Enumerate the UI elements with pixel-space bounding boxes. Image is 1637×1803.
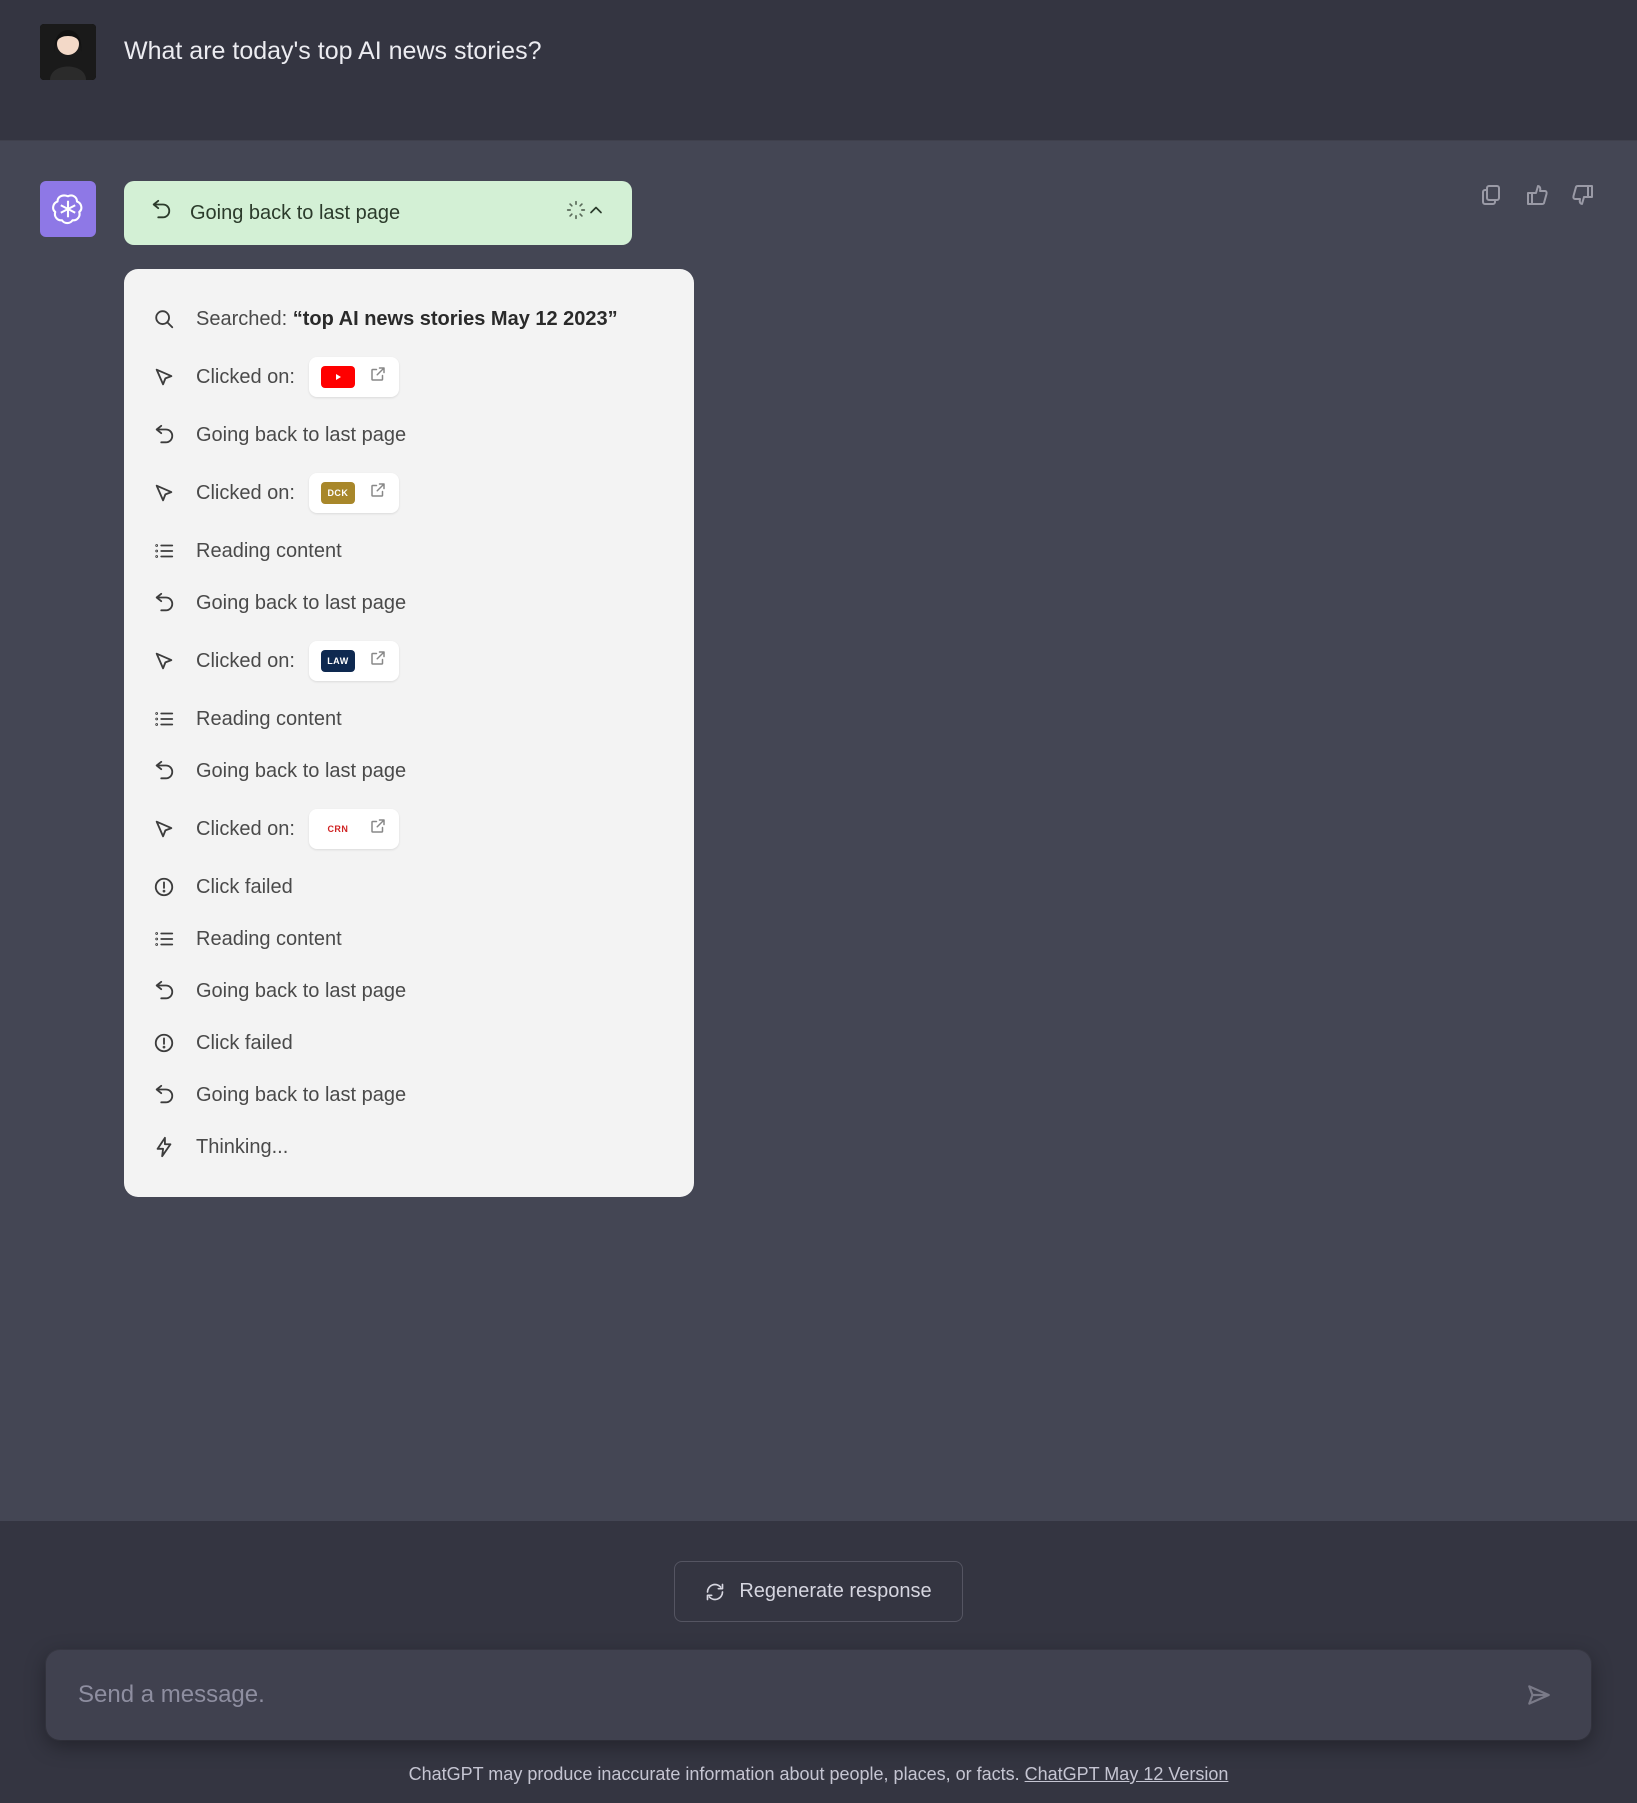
- browsing-step-fail: Click failed: [150, 861, 668, 913]
- cursor-icon: [150, 818, 178, 840]
- step-text: Reading content: [196, 925, 342, 953]
- spinner-icon: [566, 200, 586, 226]
- thumbs-up-button[interactable]: [1523, 181, 1551, 209]
- refresh-icon: [705, 1582, 725, 1602]
- browsing-step-read: Reading content: [150, 693, 668, 745]
- list-icon: [150, 708, 178, 730]
- browsing-step-read: Reading content: [150, 525, 668, 577]
- message-input-container[interactable]: [46, 1650, 1591, 1740]
- disclaimer-text: ChatGPT may produce inaccurate informati…: [409, 1764, 1025, 1784]
- assistant-avatar: [40, 181, 96, 237]
- step-text: Click failed: [196, 1029, 293, 1057]
- browsing-step-back: Going back to last page: [150, 577, 668, 629]
- back-arrow-icon: [150, 760, 178, 782]
- source-link-chip[interactable]: [309, 357, 399, 397]
- step-text: Thinking...: [196, 1133, 288, 1161]
- back-arrow-icon: [150, 1084, 178, 1106]
- send-button[interactable]: [1519, 1675, 1559, 1715]
- regenerate-label: Regenerate response: [739, 1580, 931, 1603]
- user-avatar-image: [40, 24, 96, 80]
- browsing-step-back: Going back to last page: [150, 965, 668, 1017]
- browsing-step-search: Searched: “top AI news stories May 12 20…: [150, 293, 668, 345]
- chevron-up-icon: [586, 200, 606, 226]
- lightning-icon: [150, 1136, 178, 1158]
- user-avatar: [40, 24, 96, 80]
- step-text: Going back to last page: [196, 977, 406, 1005]
- back-arrow-icon: [150, 592, 178, 614]
- back-arrow-icon: [150, 199, 172, 227]
- user-prompt-text: What are today's top AI news stories?: [124, 24, 541, 69]
- back-arrow-icon: [150, 424, 178, 446]
- step-text: Going back to last page: [196, 421, 406, 449]
- browsing-status-pill[interactable]: Going back to last page: [124, 181, 632, 245]
- step-text: Going back to last page: [196, 1081, 406, 1109]
- step-text: Clicked on:: [196, 363, 295, 391]
- browsing-step-fail: Click failed: [150, 1017, 668, 1069]
- browsing-step-click: Clicked on: CRN: [150, 797, 668, 861]
- external-link-icon: [369, 479, 387, 507]
- disclaimer: ChatGPT may produce inaccurate informati…: [46, 1764, 1591, 1785]
- step-text: Reading content: [196, 537, 342, 565]
- cursor-icon: [150, 482, 178, 504]
- disclaimer-version-link[interactable]: ChatGPT May 12 Version: [1025, 1764, 1229, 1784]
- feedback-button-group: [1477, 181, 1597, 209]
- cursor-icon: [150, 650, 178, 672]
- cursor-icon: [150, 366, 178, 388]
- source-link-chip[interactable]: CRN: [309, 809, 399, 849]
- source-link-chip[interactable]: LAW: [309, 641, 399, 681]
- source-link-chip[interactable]: DCK: [309, 473, 399, 513]
- assistant-message-row: Going back to last page Searched: “top A…: [0, 141, 1637, 1521]
- regenerate-response-button[interactable]: Regenerate response: [674, 1561, 962, 1622]
- list-icon: [150, 928, 178, 950]
- copy-button[interactable]: [1477, 181, 1505, 209]
- user-message-row: What are today's top AI news stories?: [0, 0, 1637, 141]
- back-arrow-icon: [150, 980, 178, 1002]
- search-icon: [150, 308, 178, 330]
- external-link-icon: [369, 647, 387, 675]
- browsing-step-back: Going back to last page: [150, 409, 668, 461]
- send-icon: [1526, 1682, 1552, 1708]
- openai-logo-icon: [50, 191, 86, 227]
- browsing-step-click: Clicked on:: [150, 345, 668, 409]
- browsing-step-read: Reading content: [150, 913, 668, 965]
- browsing-steps-panel: Searched: “top AI news stories May 12 20…: [124, 269, 694, 1197]
- message-input[interactable]: [78, 1681, 1519, 1709]
- step-text: Clicked on:: [196, 479, 295, 507]
- list-icon: [150, 540, 178, 562]
- external-link-icon: [369, 363, 387, 391]
- alert-circle-icon: [150, 1032, 178, 1054]
- step-text: Searched: “top AI news stories May 12 20…: [196, 305, 618, 333]
- external-link-icon: [369, 815, 387, 843]
- step-text: Going back to last page: [196, 589, 406, 617]
- browsing-step-click: Clicked on: LAW: [150, 629, 668, 693]
- browsing-step-back: Going back to last page: [150, 745, 668, 797]
- alert-circle-icon: [150, 876, 178, 898]
- thumbs-down-button[interactable]: [1569, 181, 1597, 209]
- assistant-content: Going back to last page Searched: “top A…: [124, 181, 704, 1197]
- step-text: Clicked on:: [196, 647, 295, 675]
- step-text: Going back to last page: [196, 757, 406, 785]
- browsing-step-back: Going back to last page: [150, 1069, 668, 1121]
- step-text: Clicked on:: [196, 815, 295, 843]
- browsing-step-think: Thinking...: [150, 1121, 668, 1173]
- browsing-step-click: Clicked on: DCK: [150, 461, 668, 525]
- status-pill-text: Going back to last page: [190, 202, 566, 225]
- step-text: Click failed: [196, 873, 293, 901]
- step-text: Reading content: [196, 705, 342, 733]
- footer: Regenerate response ChatGPT may produce …: [0, 1521, 1637, 1803]
